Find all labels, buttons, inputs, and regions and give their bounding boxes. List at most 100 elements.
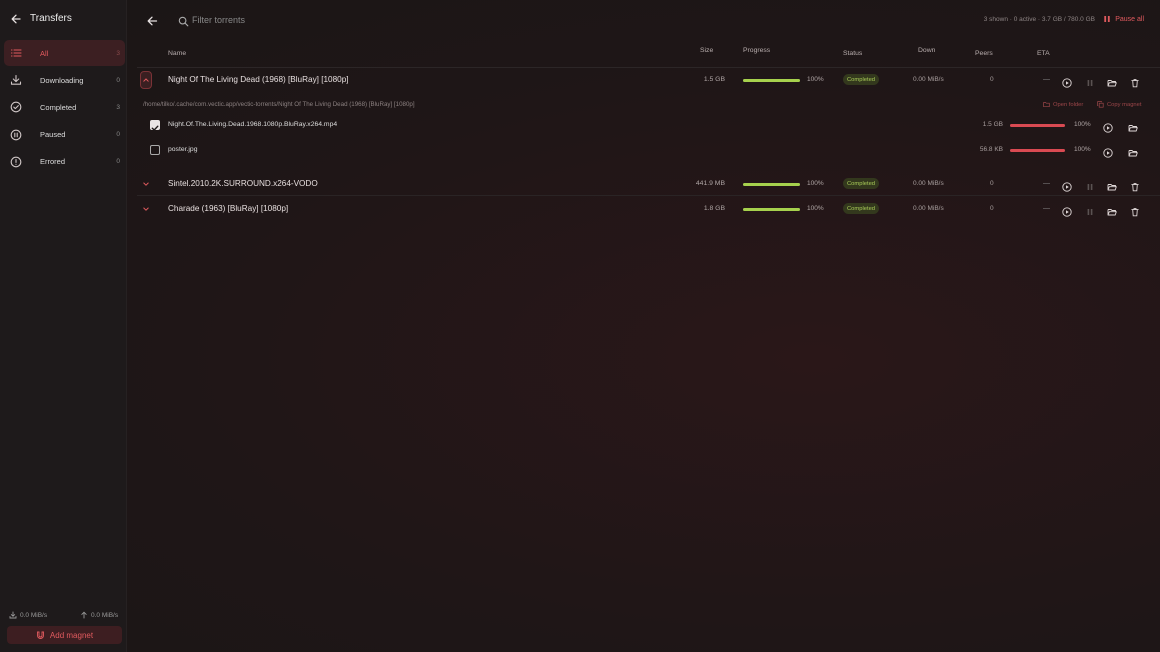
column-header-eta[interactable]: ETA <box>1037 50 1050 57</box>
sidebar-item-downloading[interactable]: Downloading 0 <box>4 67 125 93</box>
chevron-down-icon <box>143 207 149 211</box>
download-speed-value: 0.0 MiB/s <box>20 611 48 619</box>
file-checkbox[interactable] <box>150 120 160 131</box>
file-row: poster.jpg 56.8 KB 100% <box>137 138 1160 162</box>
sidebar-item-count: 0 <box>116 76 120 84</box>
play-button[interactable] <box>1062 179 1072 192</box>
file-row: Night.Of.The.Living.Dead.1968.1080p.BluR… <box>137 113 1160 137</box>
pause-icon <box>1103 15 1111 23</box>
pause-all-button[interactable]: Pause all <box>1103 15 1144 23</box>
torrent-progress-percent: 100% <box>807 76 824 83</box>
play-button[interactable] <box>1062 75 1072 88</box>
torrent-save-path: /home/tilko/.cache/com.vectic.app/vectic… <box>143 101 415 108</box>
arrow-up-icon <box>80 611 88 619</box>
pause-button[interactable] <box>1085 179 1095 190</box>
column-header-size[interactable]: Size <box>700 47 713 54</box>
open-folder-button[interactable] <box>1107 179 1117 191</box>
file-checkbox[interactable] <box>150 145 160 155</box>
checkmark-icon <box>151 125 159 131</box>
search-input[interactable] <box>192 11 412 29</box>
folder-open-icon <box>1107 80 1117 87</box>
status-badge: Completed <box>843 203 880 214</box>
sidebar-item-all[interactable]: All 3 <box>4 40 125 66</box>
file-play-button[interactable] <box>1103 145 1113 158</box>
torrent-row[interactable]: Charade (1963) [BluRay] [1080p] 1.8 GB 1… <box>137 197 1160 221</box>
torrent-eta: — <box>1043 180 1050 187</box>
sidebar-header: Transfers <box>10 11 72 25</box>
copy-magnet-link[interactable]: Copy magnet <box>1097 101 1141 108</box>
torrent-down-speed: 0.00 MiB/s <box>913 76 944 83</box>
copy-icon <box>1097 101 1104 108</box>
download-icon <box>10 74 22 86</box>
open-folder-button[interactable] <box>1107 75 1117 87</box>
download-speed: 0.0 MiB/s <box>9 611 47 619</box>
play-button[interactable] <box>1062 204 1072 217</box>
magnet-icon <box>36 631 45 640</box>
arrow-left-icon[interactable] <box>10 12 22 24</box>
torrent-down-speed: 0.00 MiB/s <box>913 180 944 187</box>
file-play-button[interactable] <box>1103 120 1113 133</box>
sidebar-item-completed[interactable]: Completed 3 <box>4 94 125 120</box>
column-header-name[interactable]: Name <box>168 50 186 57</box>
add-magnet-label: Add magnet <box>49 630 94 640</box>
check-circle-icon <box>10 101 22 113</box>
pause-icon <box>1087 184 1093 190</box>
torrent-size: 1.8 GB <box>703 205 725 212</box>
sidebar-item-label: Errored <box>40 157 66 167</box>
trash-icon <box>1131 208 1139 217</box>
back-button[interactable] <box>146 14 158 26</box>
torrent-peers: 0 <box>990 76 994 83</box>
delete-button[interactable] <box>1130 179 1140 192</box>
sidebar-item-label: Paused <box>40 130 66 140</box>
status-badge: Completed <box>843 178 880 189</box>
column-header-progress[interactable]: Progress <box>743 47 770 54</box>
pause-icon <box>1087 80 1093 86</box>
folder-open-icon <box>1107 209 1117 216</box>
open-folder-button[interactable] <box>1107 204 1117 216</box>
delete-button[interactable] <box>1130 75 1140 88</box>
file-name: Night.Of.The.Living.Dead.1968.1080p.BluR… <box>168 121 338 128</box>
play-circle-icon <box>1103 148 1113 158</box>
sidebar-item-count: 3 <box>116 103 120 111</box>
topbar: 3 shown · 0 active · 3.7 GB / 780.0 GB P… <box>137 0 1160 40</box>
folder-open-icon <box>1128 125 1138 132</box>
row-divider <box>137 195 1160 196</box>
add-magnet-button[interactable]: Add magnet <box>7 626 122 644</box>
torrent-row[interactable]: Night Of The Living Dead (1968) [BluRay]… <box>137 68 1160 92</box>
torrent-progress-bar <box>743 183 800 186</box>
expand-button[interactable] <box>140 200 152 218</box>
open-folder-link[interactable]: Open folder <box>1043 101 1083 108</box>
sidebar-item-count: 3 <box>116 49 120 57</box>
folder-icon <box>1043 101 1050 108</box>
torrent-row[interactable]: Sintel.2010.2K.SURROUND.x264-VODO 441.9 … <box>137 172 1160 196</box>
torrent-name: Sintel.2010.2K.SURROUND.x264-VODO <box>168 179 318 188</box>
sidebar-item-errored[interactable]: Errored 0 <box>4 149 125 175</box>
column-header-down[interactable]: Down <box>918 47 935 54</box>
sidebar-item-paused[interactable]: Paused 0 <box>4 122 125 148</box>
pause-circle-icon <box>10 129 22 141</box>
play-circle-icon <box>1062 182 1072 192</box>
download-icon <box>9 611 17 619</box>
chevron-down-icon <box>143 182 149 186</box>
column-header-status[interactable]: Status <box>843 50 862 57</box>
file-open-folder-button[interactable] <box>1128 120 1138 132</box>
sidebar-title: Transfers <box>30 12 72 24</box>
file-name: poster.jpg <box>168 146 198 153</box>
column-header-peers[interactable]: Peers <box>975 50 993 57</box>
file-open-folder-button[interactable] <box>1128 145 1138 157</box>
play-circle-icon <box>1103 123 1113 133</box>
search-icon <box>178 14 189 27</box>
open-folder-label: Open folder <box>1053 101 1084 108</box>
delete-button[interactable] <box>1130 204 1140 217</box>
sidebar-item-label: All <box>40 48 49 58</box>
pause-button[interactable] <box>1085 204 1095 215</box>
torrent-progress-percent: 100% <box>807 180 824 187</box>
copy-magnet-label: Copy magnet <box>1107 101 1142 108</box>
pause-button[interactable] <box>1085 75 1095 86</box>
summary-stats: 3 shown · 0 active · 3.7 GB / 780.0 GB <box>983 16 1095 23</box>
collapse-button[interactable] <box>140 71 152 89</box>
expand-button[interactable] <box>140 175 152 193</box>
play-circle-icon <box>1062 207 1072 217</box>
torrent-name: Charade (1963) [BluRay] [1080p] <box>168 204 289 213</box>
torrent-progress-bar <box>743 79 800 82</box>
